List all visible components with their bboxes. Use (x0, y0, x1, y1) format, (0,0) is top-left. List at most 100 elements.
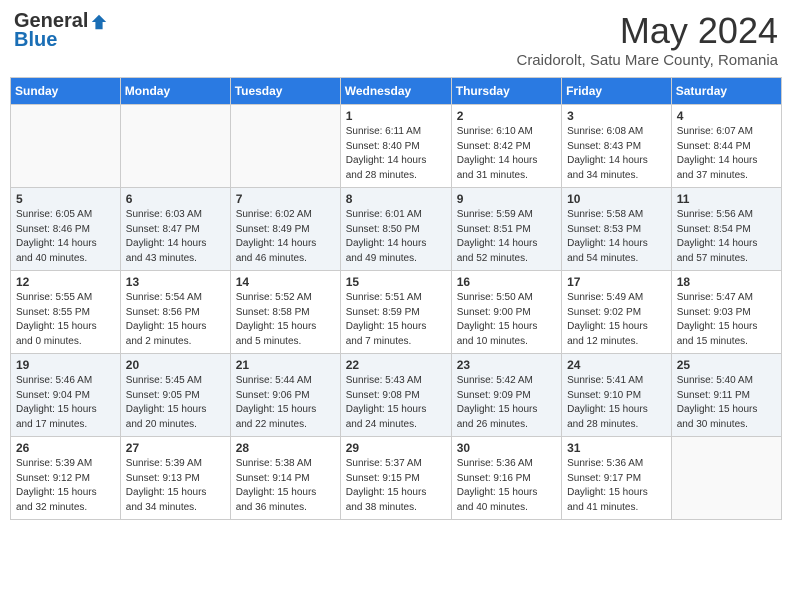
calendar-cell: 17 Sunrise: 5:49 AM Sunset: 9:02 PM Dayli… (562, 271, 672, 354)
day-info: Sunrise: 6:11 AM Sunset: 8:40 PM Dayligh… (346, 125, 446, 183)
day-number: 8 (346, 192, 446, 206)
calendar-cell: 13 Sunrise: 5:54 AM Sunset: 8:56 PM Dayli… (120, 271, 230, 354)
column-header-thursday: Thursday (451, 78, 561, 105)
day-number: 14 (236, 275, 335, 289)
day-number: 12 (16, 275, 115, 289)
day-info: Sunrise: 5:55 AM Sunset: 8:55 PM Dayligh… (16, 291, 115, 349)
day-info: Sunrise: 5:56 AM Sunset: 8:54 PM Dayligh… (677, 208, 776, 266)
day-info: Sunrise: 6:01 AM Sunset: 8:50 PM Dayligh… (346, 208, 446, 266)
day-info: Sunrise: 6:07 AM Sunset: 8:44 PM Dayligh… (677, 125, 776, 183)
logo-blue-text: Blue (14, 29, 57, 52)
calendar-cell: 18Sunrise: 5:47 AM Sunset: 9:03 PM Dayli… (671, 271, 781, 354)
calendar-cell: 19Sunrise: 5:46 AM Sunset: 9:04 PM Dayli… (11, 354, 121, 437)
day-number: 2 (457, 109, 556, 123)
calendar-cell: 4 Sunrise: 6:07 AM Sunset: 8:44 PM Daylig… (671, 105, 781, 188)
day-number: 29 (346, 441, 446, 455)
day-info: Sunrise: 5:44 AM Sunset: 9:06 PM Dayligh… (236, 374, 335, 432)
day-info: Sunrise: 5:46 AM Sunset: 9:04 PM Dayligh… (16, 374, 115, 432)
calendar-cell: 7Sunrise: 6:02 AM Sunset: 8:49 PM Daylig… (230, 188, 340, 271)
day-number: 3 (567, 109, 666, 123)
day-number: 7 (236, 192, 335, 206)
day-info: Sunrise: 5:39 AM Sunset: 9:13 PM Dayligh… (126, 457, 225, 515)
calendar-cell: 29 Sunrise: 5:37 AM Sunset: 9:15 PM Dayli… (340, 437, 451, 520)
calendar-cell: 8 Sunrise: 6:01 AM Sunset: 8:50 PM Daylig… (340, 188, 451, 271)
calendar-week-row: 5Sunrise: 6:05 AM Sunset: 8:46 PM Daylig… (11, 188, 782, 271)
calendar-cell: 15Sunrise: 5:51 AM Sunset: 8:59 PM Dayli… (340, 271, 451, 354)
day-info: Sunrise: 6:03 AM Sunset: 8:47 PM Dayligh… (126, 208, 225, 266)
day-info: Sunrise: 5:36 AM Sunset: 9:17 PM Dayligh… (567, 457, 666, 515)
day-info: Sunrise: 5:59 AM Sunset: 8:51 PM Dayligh… (457, 208, 556, 266)
day-info: Sunrise: 5:52 AM Sunset: 8:58 PM Dayligh… (236, 291, 335, 349)
column-header-sunday: Sunday (11, 78, 121, 105)
calendar-cell: 23Sunrise: 5:42 AM Sunset: 9:09 PM Dayli… (451, 354, 561, 437)
calendar-cell: 25 Sunrise: 5:40 AM Sunset: 9:11 PM Dayli… (671, 354, 781, 437)
location-subtitle: Craidorolt, Satu Mare County, Romania (516, 52, 778, 69)
day-number: 16 (457, 275, 556, 289)
calendar-cell: 26Sunrise: 5:39 AM Sunset: 9:12 PM Dayli… (11, 437, 121, 520)
calendar-cell (230, 105, 340, 188)
day-number: 20 (126, 358, 225, 372)
column-header-wednesday: Wednesday (340, 78, 451, 105)
day-info: Sunrise: 5:49 AM Sunset: 9:02 PM Dayligh… (567, 291, 666, 349)
column-header-tuesday: Tuesday (230, 78, 340, 105)
day-info: Sunrise: 5:50 AM Sunset: 9:00 PM Dayligh… (457, 291, 556, 349)
day-number: 6 (126, 192, 225, 206)
calendar-cell: 20 Sunrise: 5:45 AM Sunset: 9:05 PM Dayli… (120, 354, 230, 437)
calendar-cell: 31 Sunrise: 5:36 AM Sunset: 9:17 PM Dayli… (562, 437, 672, 520)
day-number: 30 (457, 441, 556, 455)
day-info: Sunrise: 5:47 AM Sunset: 9:03 PM Dayligh… (677, 291, 776, 349)
day-info: Sunrise: 5:39 AM Sunset: 9:12 PM Dayligh… (16, 457, 115, 515)
day-info: Sunrise: 5:40 AM Sunset: 9:11 PM Dayligh… (677, 374, 776, 432)
day-info: Sunrise: 5:42 AM Sunset: 9:09 PM Dayligh… (457, 374, 556, 432)
calendar-cell (120, 105, 230, 188)
calendar-cell (11, 105, 121, 188)
day-info: Sunrise: 5:37 AM Sunset: 9:15 PM Dayligh… (346, 457, 446, 515)
calendar-cell: 1 Sunrise: 6:11 AM Sunset: 8:40 PM Daylig… (340, 105, 451, 188)
calendar-cell: 12 Sunrise: 5:55 AM Sunset: 8:55 PM Dayli… (11, 271, 121, 354)
day-number: 11 (677, 192, 776, 206)
calendar-week-row: 1 Sunrise: 6:11 AM Sunset: 8:40 PM Daylig… (11, 105, 782, 188)
logo-icon (90, 13, 108, 31)
day-info: Sunrise: 5:36 AM Sunset: 9:16 PM Dayligh… (457, 457, 556, 515)
column-header-friday: Friday (562, 78, 672, 105)
day-number: 27 (126, 441, 225, 455)
calendar-cell (671, 437, 781, 520)
day-info: Sunrise: 6:08 AM Sunset: 8:43 PM Dayligh… (567, 125, 666, 183)
day-number: 31 (567, 441, 666, 455)
day-number: 24 (567, 358, 666, 372)
calendar-cell: 10Sunrise: 5:58 AM Sunset: 8:53 PM Dayli… (562, 188, 672, 271)
calendar-cell: 9 Sunrise: 5:59 AM Sunset: 8:51 PM Daylig… (451, 188, 561, 271)
calendar-week-row: 26Sunrise: 5:39 AM Sunset: 9:12 PM Dayli… (11, 437, 782, 520)
day-number: 28 (236, 441, 335, 455)
day-info: Sunrise: 5:54 AM Sunset: 8:56 PM Dayligh… (126, 291, 225, 349)
logo: General Blue (14, 10, 108, 52)
calendar-cell: 14 Sunrise: 5:52 AM Sunset: 8:58 PM Dayli… (230, 271, 340, 354)
day-info: Sunrise: 6:05 AM Sunset: 8:46 PM Dayligh… (16, 208, 115, 266)
calendar-cell: 16 Sunrise: 5:50 AM Sunset: 9:00 PM Dayli… (451, 271, 561, 354)
month-year-title: May 2024 (516, 10, 778, 52)
day-info: Sunrise: 5:38 AM Sunset: 9:14 PM Dayligh… (236, 457, 335, 515)
day-info: Sunrise: 5:58 AM Sunset: 8:53 PM Dayligh… (567, 208, 666, 266)
day-number: 1 (346, 109, 446, 123)
day-number: 13 (126, 275, 225, 289)
day-number: 17 (567, 275, 666, 289)
title-section: May 2024 Craidorolt, Satu Mare County, R… (516, 10, 778, 69)
day-info: Sunrise: 5:45 AM Sunset: 9:05 PM Dayligh… (126, 374, 225, 432)
day-info: Sunrise: 5:43 AM Sunset: 9:08 PM Dayligh… (346, 374, 446, 432)
calendar-cell: 22 Sunrise: 5:43 AM Sunset: 9:08 PM Dayli… (340, 354, 451, 437)
calendar-week-row: 12 Sunrise: 5:55 AM Sunset: 8:55 PM Dayli… (11, 271, 782, 354)
calendar-cell: 21Sunrise: 5:44 AM Sunset: 9:06 PM Dayli… (230, 354, 340, 437)
calendar-table: SundayMondayTuesdayWednesdayThursdayFrid… (10, 77, 782, 520)
day-number: 9 (457, 192, 556, 206)
calendar-cell: 24 Sunrise: 5:41 AM Sunset: 9:10 PM Dayli… (562, 354, 672, 437)
day-number: 4 (677, 109, 776, 123)
day-number: 25 (677, 358, 776, 372)
day-info: Sunrise: 6:10 AM Sunset: 8:42 PM Dayligh… (457, 125, 556, 183)
page-header: General Blue May 2024 Craidorolt, Satu M… (10, 10, 782, 69)
day-number: 22 (346, 358, 446, 372)
calendar-cell: 6 Sunrise: 6:03 AM Sunset: 8:47 PM Daylig… (120, 188, 230, 271)
calendar-cell: 11 Sunrise: 5:56 AM Sunset: 8:54 PM Dayli… (671, 188, 781, 271)
day-info: Sunrise: 5:41 AM Sunset: 9:10 PM Dayligh… (567, 374, 666, 432)
calendar-cell: 28 Sunrise: 5:38 AM Sunset: 9:14 PM Dayli… (230, 437, 340, 520)
calendar-cell: 5Sunrise: 6:05 AM Sunset: 8:46 PM Daylig… (11, 188, 121, 271)
